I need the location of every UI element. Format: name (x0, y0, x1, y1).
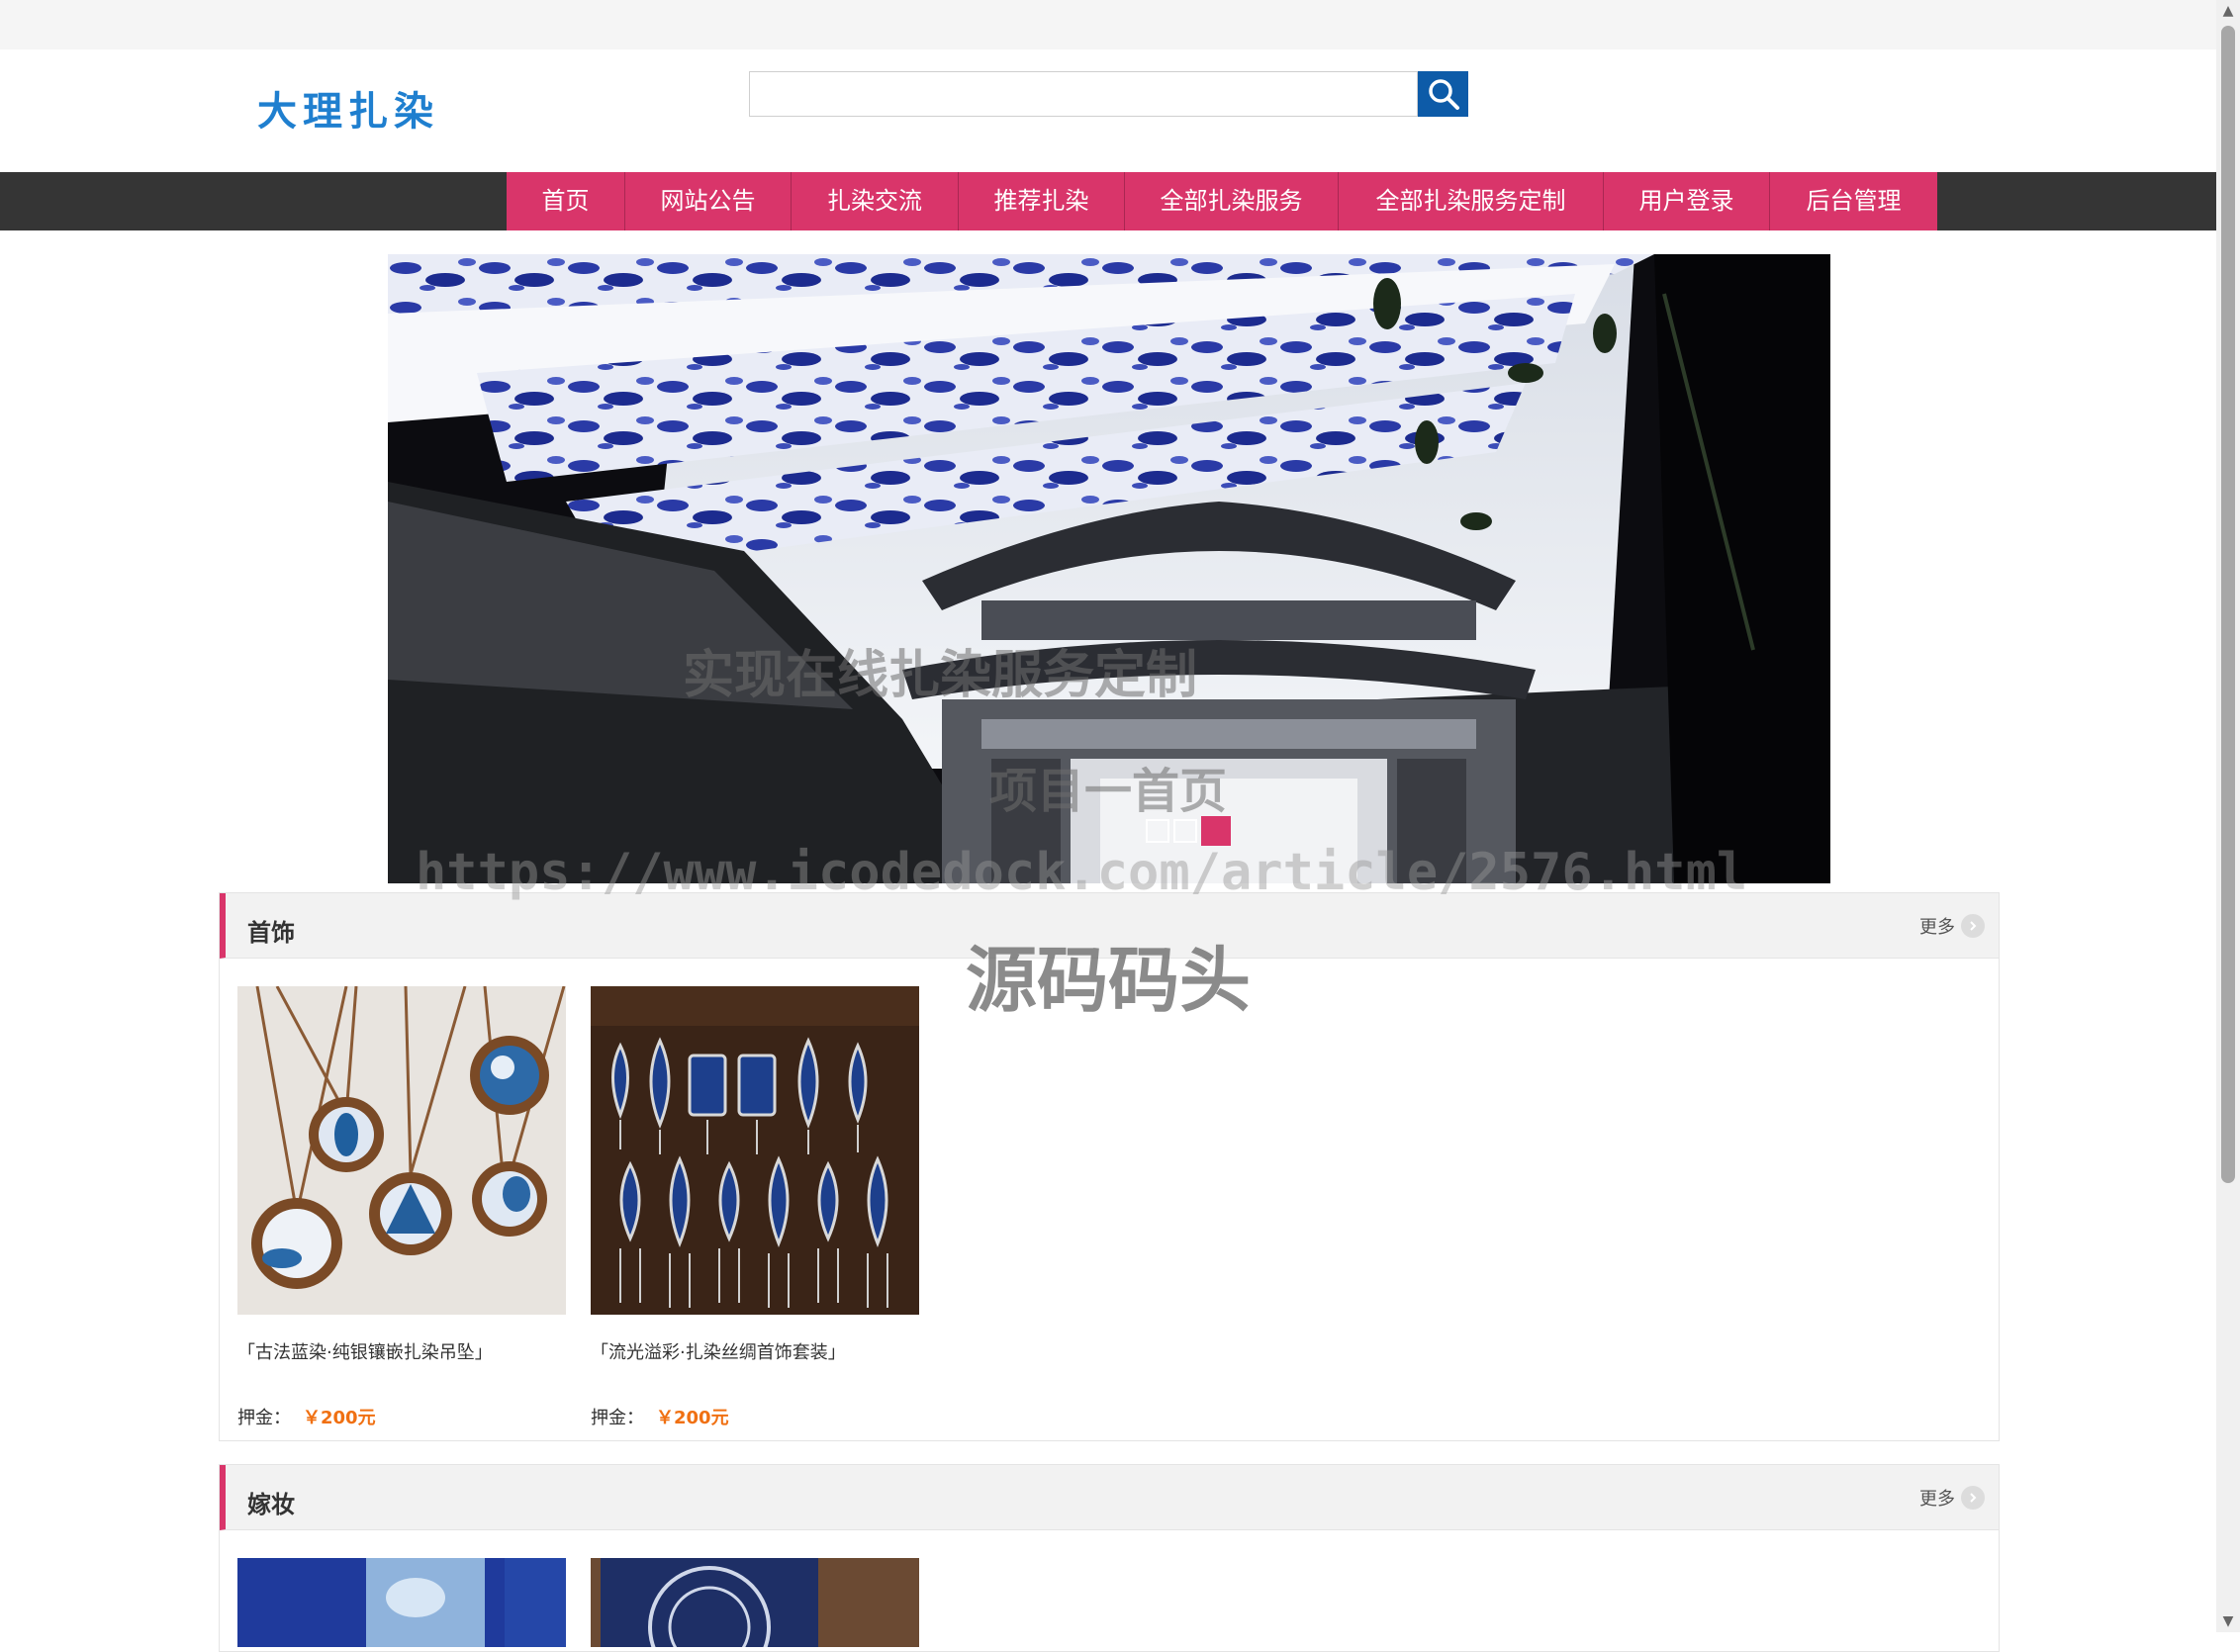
chevron-right-icon (1961, 1486, 1985, 1510)
section-header: 嫁妆 更多 (220, 1465, 1999, 1530)
product-image-partial-1[interactable] (237, 1558, 566, 1647)
site-logo[interactable]: 大理扎染 (257, 79, 439, 137)
carousel-dot-1[interactable] (1146, 819, 1169, 843)
site-header: 大理扎染 (0, 49, 2216, 172)
more-link[interactable]: 更多 (1919, 1485, 1985, 1511)
nav-item-recommended[interactable]: 推荐扎染 (959, 172, 1125, 230)
product-price: 押金： ￥200元 (237, 1404, 566, 1429)
product-image-pendant[interactable] (237, 985, 566, 1315)
section-title: 嫁妆 (247, 1491, 295, 1518)
search-icon (1428, 79, 1459, 110)
top-strip (0, 0, 2216, 49)
carousel-dots (1146, 816, 1231, 846)
nav-item-all-services[interactable]: 全部扎染服务 (1125, 172, 1339, 230)
price-label: 押金： (591, 1408, 644, 1428)
nav-item-admin[interactable]: 后台管理 (1770, 172, 1937, 230)
product-image-earrings[interactable] (591, 986, 919, 1315)
scrollbar-thumb[interactable] (2221, 26, 2235, 1183)
page-scrollbar[interactable]: ▲ ▼ (2216, 0, 2240, 1632)
nav-item-announcements[interactable]: 网站公告 (625, 172, 792, 230)
nav-item-exchange[interactable]: 扎染交流 (792, 172, 959, 230)
carousel-dot-3[interactable] (1201, 816, 1231, 846)
scroll-down-arrow-icon[interactable]: ▼ (2216, 1610, 2240, 1632)
section-dowry: 嫁妆 更多 (219, 1464, 2000, 1652)
nav-item-login[interactable]: 用户登录 (1604, 172, 1770, 230)
more-label: 更多 (1919, 917, 1955, 938)
product-card[interactable]: 「古法蓝染·纯银镶嵌扎染吊坠」 押金： ￥200元 (237, 985, 566, 1429)
product-image-partial-2[interactable] (591, 1558, 919, 1647)
section-jewelry: 首饰 更多 「古法蓝染·纯银镶嵌扎染吊坠」 押金： ￥200元 「流光溢彩·扎染… (219, 892, 2000, 1441)
nav-menu: 首页 网站公告 扎染交流 推荐扎染 全部扎染服务 全部扎染服务定制 用户登录 后… (507, 172, 1937, 230)
section-title: 首饰 (247, 919, 295, 947)
chevron-right-icon (1961, 914, 1985, 938)
nav-item-home[interactable]: 首页 (507, 172, 625, 230)
price-label: 押金： (237, 1408, 291, 1428)
product-card[interactable]: 「流光溢彩·扎染丝绸首饰套装」 押金： ￥200元 (591, 986, 919, 1429)
more-link[interactable]: 更多 (1919, 913, 1985, 939)
product-name[interactable]: 「古法蓝染·纯银镶嵌扎染吊坠」 (237, 1338, 566, 1364)
main-navbar: 首页 网站公告 扎染交流 推荐扎染 全部扎染服务 全部扎染服务定制 用户登录 后… (0, 172, 2216, 230)
price-value: ￥200元 (656, 1408, 729, 1428)
product-price: 押金： ￥200元 (591, 1404, 919, 1429)
search-button[interactable] (1418, 71, 1468, 117)
product-name[interactable]: 「流光溢彩·扎染丝绸首饰套装」 (591, 1338, 919, 1364)
scroll-up-arrow-icon[interactable]: ▲ (2216, 0, 2240, 22)
carousel-dot-2[interactable] (1173, 819, 1197, 843)
section-header: 首饰 更多 (220, 893, 1999, 959)
search-input[interactable] (749, 71, 1418, 117)
banner-image (388, 254, 1830, 883)
more-label: 更多 (1919, 1489, 1955, 1510)
price-value: ￥200元 (303, 1408, 376, 1428)
hero-banner[interactable] (388, 254, 1830, 883)
nav-item-service-custom[interactable]: 全部扎染服务定制 (1339, 172, 1604, 230)
